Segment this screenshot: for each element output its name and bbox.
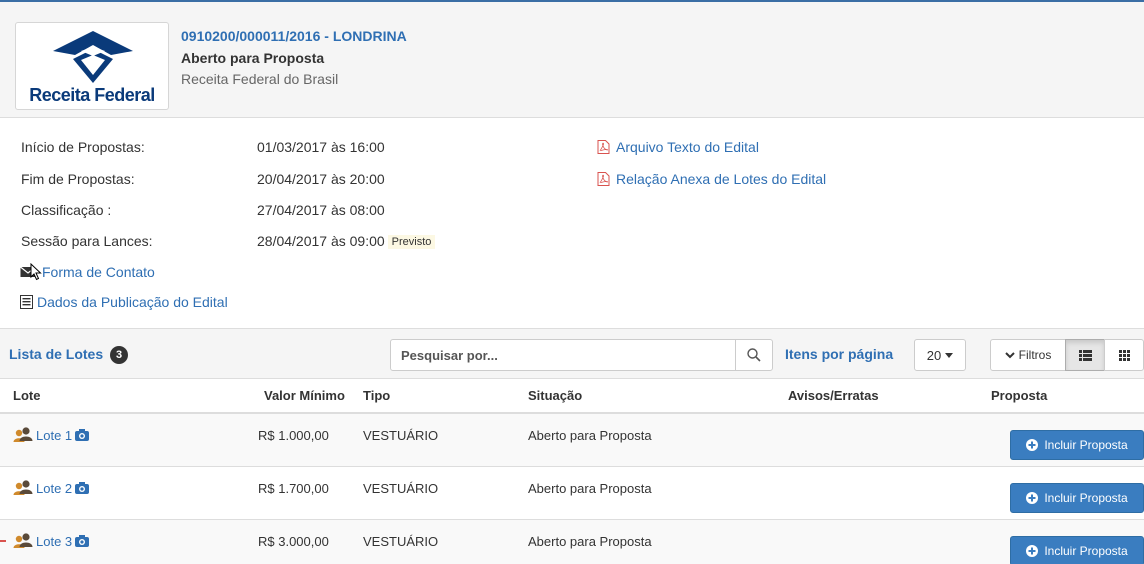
include-proposal-button[interactable]: Incluir Proposta	[1010, 483, 1144, 513]
contact-link[interactable]: Forma de Contato	[20, 263, 155, 281]
grid-view-icon	[1118, 349, 1130, 361]
lot-type: VESTUÁRIO	[363, 534, 439, 549]
include-proposal-button[interactable]: Incluir Proposta	[1010, 430, 1144, 460]
pdf-icon	[597, 172, 610, 186]
lot-name: Lote 1	[36, 427, 73, 443]
contact-label: Forma de Contato	[42, 264, 155, 280]
receita-logo-emblem-icon	[53, 31, 133, 83]
per-page-label: Itens por página	[785, 346, 894, 362]
include-proposal-label: Incluir Proposta	[1044, 491, 1128, 505]
process-organization: Receita Federal do Brasil	[181, 71, 339, 87]
lots-title-label: Lista de Lotes	[9, 346, 104, 362]
start-value: 01/03/2017 às 16:00	[257, 139, 385, 155]
column-header-valor-minimo[interactable]: Valor Mínimo	[264, 388, 345, 403]
previsto-badge: Previsto	[387, 235, 436, 249]
lot-min-value: R$ 3.000,00	[258, 534, 329, 549]
process-header: Receita Federal 0910200/000011/2016 - LO…	[0, 0, 1144, 118]
lot-link[interactable]: Lote 2	[13, 480, 90, 496]
column-header-situacao[interactable]: Situação	[528, 388, 582, 403]
session-value-wrap: 28/04/2017 às 09:00 Previsto	[257, 233, 436, 249]
end-label: Fim de Propostas:	[21, 171, 135, 187]
lot-link[interactable]: Lote 3	[13, 533, 90, 549]
include-proposal-button[interactable]: Incluir Proposta	[1010, 536, 1144, 564]
camera-icon[interactable]	[75, 429, 90, 441]
receita-federal-logo: Receita Federal	[15, 22, 169, 110]
plus-circle-icon	[1026, 545, 1039, 557]
lots-count-badge: 3	[110, 346, 129, 364]
table-row: Lote 1 R$ 1.000,00 VESTUÁRIO Aberto para…	[0, 414, 1144, 467]
include-proposal-label: Incluir Proposta	[1044, 544, 1128, 558]
list-view-button[interactable]	[1065, 339, 1105, 371]
search-input[interactable]	[390, 339, 736, 371]
camera-icon[interactable]	[75, 482, 90, 494]
users-icon	[13, 427, 33, 442]
plus-circle-icon	[1026, 492, 1039, 504]
include-proposal-label: Incluir Proposta	[1044, 438, 1128, 452]
filters-label: Filtros	[1018, 348, 1052, 362]
lots-toolbar: Lista de Lotes 3 Itens por página 20 Fil…	[0, 328, 1144, 379]
lot-link[interactable]: Lote 1	[13, 427, 90, 443]
chevron-down-icon	[1004, 351, 1015, 358]
lot-min-value: R$ 1.700,00	[258, 481, 329, 496]
grid-view-button[interactable]	[1104, 339, 1144, 371]
lots-title: Lista de Lotes 3	[9, 346, 129, 364]
column-header-avisos-erratas[interactable]: Avisos/Erratas	[788, 388, 879, 403]
column-header-tipo[interactable]: Tipo	[363, 388, 390, 403]
process-number: 0910200/000011/2016 - LONDRINA	[181, 28, 407, 44]
pdf-icon	[597, 140, 610, 154]
mouse-cursor-icon	[30, 263, 42, 281]
edital-text-link[interactable]: Arquivo Texto do Edital	[597, 139, 759, 155]
edital-annex-label: Relação Anexa de Lotes do Edital	[616, 171, 827, 187]
process-status: Aberto para Proposta	[181, 50, 325, 66]
row-indicator-marker	[0, 540, 6, 542]
start-label: Início de Propostas:	[21, 139, 145, 155]
edital-annex-link[interactable]: Relação Anexa de Lotes do Edital	[597, 171, 826, 187]
lot-situation: Aberto para Proposta	[528, 534, 652, 549]
session-label: Sessão para Lances:	[21, 233, 153, 249]
logo-text: Receita Federal	[29, 85, 155, 105]
publication-link[interactable]: Dados da Publicação do Edital	[20, 294, 228, 310]
users-icon	[13, 533, 33, 548]
per-page-select[interactable]: 20	[914, 339, 966, 371]
search-button[interactable]	[735, 339, 773, 371]
lot-name: Lote 2	[36, 480, 73, 496]
plus-circle-icon	[1026, 439, 1039, 451]
lot-situation: Aberto para Proposta	[528, 428, 652, 443]
column-header-lote[interactable]: Lote	[13, 388, 40, 403]
classification-label: Classificação :	[21, 202, 112, 218]
lot-type: VESTUÁRIO	[363, 428, 439, 443]
end-value: 20/04/2017 às 20:00	[257, 171, 385, 187]
lot-name: Lote 3	[36, 533, 73, 549]
list-view-icon	[1078, 349, 1092, 361]
page: Receita Federal 0910200/000011/2016 - LO…	[0, 0, 1144, 564]
edital-text-label: Arquivo Texto do Edital	[616, 139, 759, 155]
classification-value: 27/04/2017 às 08:00	[257, 202, 385, 218]
camera-icon[interactable]	[75, 535, 90, 547]
session-value: 28/04/2017 às 09:00	[257, 233, 385, 249]
column-header-proposta[interactable]: Proposta	[991, 388, 1047, 403]
per-page-value: 20	[926, 347, 942, 363]
users-icon	[13, 480, 33, 495]
list-document-icon	[20, 295, 33, 309]
lot-situation: Aberto para Proposta	[528, 481, 652, 496]
search-icon	[747, 348, 761, 362]
publication-label: Dados da Publicação do Edital	[37, 294, 228, 310]
filters-button[interactable]: Filtros	[990, 339, 1066, 371]
caret-down-icon	[945, 352, 954, 358]
table-row: Lote 2 R$ 1.700,00 VESTUÁRIO Aberto para…	[0, 467, 1144, 520]
table-row: Lote 3 R$ 3.000,00 VESTUÁRIO Aberto para…	[0, 520, 1144, 564]
lot-min-value: R$ 1.000,00	[258, 428, 329, 443]
lot-type: VESTUÁRIO	[363, 481, 439, 496]
